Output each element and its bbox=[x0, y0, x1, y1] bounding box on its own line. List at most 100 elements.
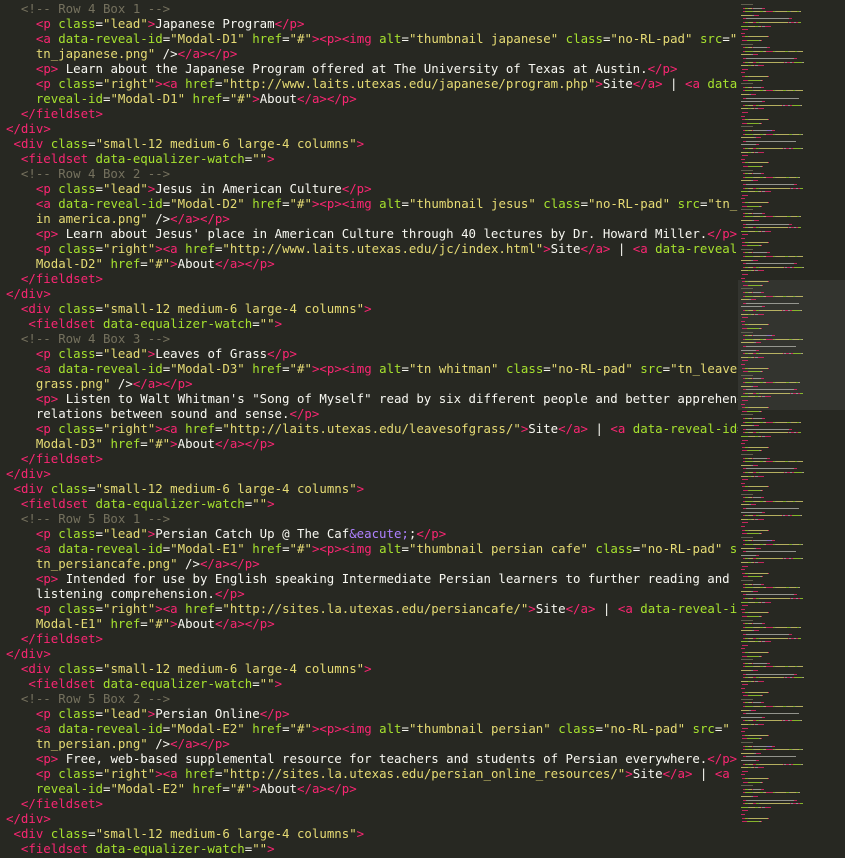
minimap-stroke bbox=[758, 349, 759, 351]
code-line[interactable]: <p> Intended for use by English speaking… bbox=[6, 571, 730, 586]
code-token: tn_persian.png" bbox=[6, 736, 148, 751]
minimap-stroke bbox=[741, 785, 753, 787]
minimap-stroke bbox=[757, 180, 758, 182]
code-editor[interactable]: <!-- Row 4 Box 1 --> <p class="lead">Jap… bbox=[0, 0, 738, 858]
minimap-stroke bbox=[774, 335, 775, 337]
minimap-stroke bbox=[741, 425, 752, 427]
code-line[interactable]: <p class="lead">Leaves of Grass</p> bbox=[6, 346, 297, 361]
code-line[interactable]: grass.png" /></a></p> bbox=[6, 376, 193, 391]
code-token: < bbox=[13, 481, 21, 496]
code-token: data- bbox=[730, 766, 738, 781]
code-line[interactable]: listening comprehension.</p> bbox=[6, 586, 245, 601]
code-line[interactable]: <a data-reveal-id="Modal-E2" href="#"><p… bbox=[6, 721, 730, 736]
code-line[interactable]: tn_persiancafe.png" /></a></p> bbox=[6, 556, 260, 571]
code-token: /> bbox=[147, 211, 171, 226]
code-line[interactable]: <div class="small-12 medium-6 large-4 co… bbox=[6, 481, 364, 496]
minimap-stroke bbox=[798, 432, 801, 434]
code-line[interactable]: in america.png" /></a></p> bbox=[6, 211, 230, 226]
code-line[interactable]: tn_japanese.png" /></a></p> bbox=[6, 46, 237, 61]
code-line[interactable]: <p> Free, web-based supplemental resourc… bbox=[6, 751, 737, 766]
code-line[interactable]: <!-- Row 4 Box 1 --> bbox=[6, 1, 170, 16]
minimap-stroke bbox=[802, 763, 803, 765]
code-line[interactable]: <!-- Row 5 Box 2 --> bbox=[6, 691, 170, 706]
code-line[interactable]: <p class="right"><a href="http://www.lai… bbox=[6, 241, 738, 256]
code-line[interactable]: reveal-id="Modal-E2" href="#">About</a><… bbox=[6, 781, 357, 796]
code-token: a bbox=[722, 766, 730, 781]
minimap-stroke bbox=[757, 590, 758, 592]
code-line[interactable]: </div> bbox=[6, 286, 51, 301]
code-line[interactable]: <a data-reveal-id="Modal-D3" href="#"><p… bbox=[6, 361, 738, 376]
code-token: fieldset bbox=[35, 676, 96, 691]
code-line[interactable]: </fieldset> bbox=[6, 106, 103, 121]
code-line[interactable]: <fieldset data-equalizer-watch=""> bbox=[6, 316, 282, 331]
minimap-stroke bbox=[792, 310, 800, 311]
minimap-stroke bbox=[791, 18, 792, 20]
code-token: "Modal-D1" bbox=[110, 91, 186, 106]
minimap-stroke bbox=[769, 662, 770, 664]
code-line[interactable]: <p> Listen to Walt Whitman's "Song of My… bbox=[6, 391, 738, 406]
code-line[interactable]: <p> Learn about Jesus' place in American… bbox=[6, 226, 737, 241]
code-line[interactable]: <p class="lead">Jesus in American Cultur… bbox=[6, 181, 372, 196]
code-line[interactable]: </div> bbox=[6, 466, 51, 481]
code-line[interactable]: <fieldset data-equalizer-watch=""> bbox=[6, 496, 275, 511]
code-line[interactable]: Modal-D3" href="#">About</a></p> bbox=[6, 436, 275, 451]
code-line[interactable]: <div class="small-12 medium-6 large-4 co… bbox=[6, 136, 364, 151]
code-line[interactable]: <p class="lead">Japanese Program</p> bbox=[6, 16, 305, 31]
code-token: > bbox=[334, 31, 342, 46]
code-line[interactable]: <p class="right"><a href="http://sites.l… bbox=[6, 766, 738, 781]
minimap-stroke bbox=[793, 353, 801, 355]
code-line[interactable]: <p class="right"><a href="http://sites.l… bbox=[6, 601, 738, 616]
code-line[interactable]: <p class="lead">Persian Catch Up @ The C… bbox=[6, 526, 446, 541]
code-token: = bbox=[95, 346, 104, 361]
code-line[interactable]: <!-- Row 4 Box 3 --> bbox=[6, 331, 170, 346]
code-line[interactable]: <fieldset data-equalizer-watch=""> bbox=[6, 151, 275, 166]
code-line[interactable]: <a data-reveal-id="Modal-D1" href="#"><p… bbox=[6, 31, 737, 46]
code-line[interactable]: tn_persian.png" /></a></p> bbox=[6, 736, 230, 751]
code-line[interactable]: <p class="lead">Persian Online</p> bbox=[6, 706, 290, 721]
code-token: About bbox=[177, 256, 215, 271]
minimap-stroke bbox=[746, 594, 794, 596]
code-line[interactable]: <div class="small-12 medium-6 large-4 co… bbox=[6, 301, 372, 316]
minimap-stroke bbox=[799, 792, 800, 794]
code-line[interactable]: </fieldset> bbox=[6, 631, 103, 646]
code-line[interactable]: reveal-id="Modal-D1" href="#">About</a><… bbox=[6, 91, 357, 106]
code-line[interactable]: </fieldset> bbox=[6, 451, 103, 466]
minimap-stroke bbox=[760, 227, 788, 229]
code-line[interactable]: <!-- Row 5 Box 1 --> bbox=[6, 511, 170, 526]
code-token: </ bbox=[6, 121, 21, 136]
code-line[interactable]: Modal-E1" href="#">About</a></p> bbox=[6, 616, 275, 631]
code-line[interactable]: </div> bbox=[6, 121, 51, 136]
code-line[interactable]: <div class="small-12 medium-6 large-4 co… bbox=[6, 826, 364, 841]
code-line[interactable]: relations between sound and sense.</p> bbox=[6, 406, 320, 421]
code-line[interactable]: <fieldset data-equalizer-watch=""> bbox=[6, 676, 282, 691]
code-line[interactable]: <p class="right"><a href="http://www.lai… bbox=[6, 76, 738, 91]
minimap[interactable] bbox=[738, 0, 845, 858]
code-line[interactable]: </div> bbox=[6, 811, 51, 826]
minimap-stroke bbox=[755, 709, 756, 711]
code-token: <!-- Row 4 Box 1 --> bbox=[6, 1, 171, 16]
code-line[interactable]: <a data-reveal-id="Modal-E1" href="#"><p… bbox=[6, 541, 738, 556]
code-token: > bbox=[252, 556, 260, 571]
code-token: p bbox=[43, 241, 51, 256]
minimap-stroke bbox=[763, 292, 764, 293]
code-line[interactable]: <fieldset data-equalizer-watch=""> bbox=[6, 841, 275, 856]
code-token: </ bbox=[199, 556, 215, 571]
code-line[interactable]: <div class="small-12 medium-6 large-4 co… bbox=[6, 661, 372, 676]
code-line[interactable]: </fieldset> bbox=[6, 796, 103, 811]
code-line[interactable]: <p> Learn about the Japanese Program off… bbox=[6, 61, 678, 76]
minimap-stroke bbox=[764, 716, 765, 718]
minimap-stroke bbox=[802, 338, 803, 340]
minimap-stroke bbox=[776, 587, 786, 589]
code-line[interactable]: </div> bbox=[6, 646, 51, 661]
minimap-stroke bbox=[741, 94, 749, 95]
code-line[interactable]: <!-- Row 4 Box 2 --> bbox=[6, 166, 170, 181]
code-line[interactable]: Modal-D2" href="#">About</a></p> bbox=[6, 256, 275, 271]
code-line[interactable]: <a data-reveal-id="Modal-D2" href="#"><p… bbox=[6, 196, 738, 211]
code-line[interactable]: <p class="right"><a href="http://laits.u… bbox=[6, 421, 738, 436]
minimap-stroke bbox=[753, 540, 767, 542]
code-token: < bbox=[610, 421, 618, 436]
code-token: Site bbox=[535, 601, 566, 616]
minimap-stroke bbox=[764, 306, 765, 308]
code-line[interactable]: </fieldset> bbox=[6, 271, 103, 286]
